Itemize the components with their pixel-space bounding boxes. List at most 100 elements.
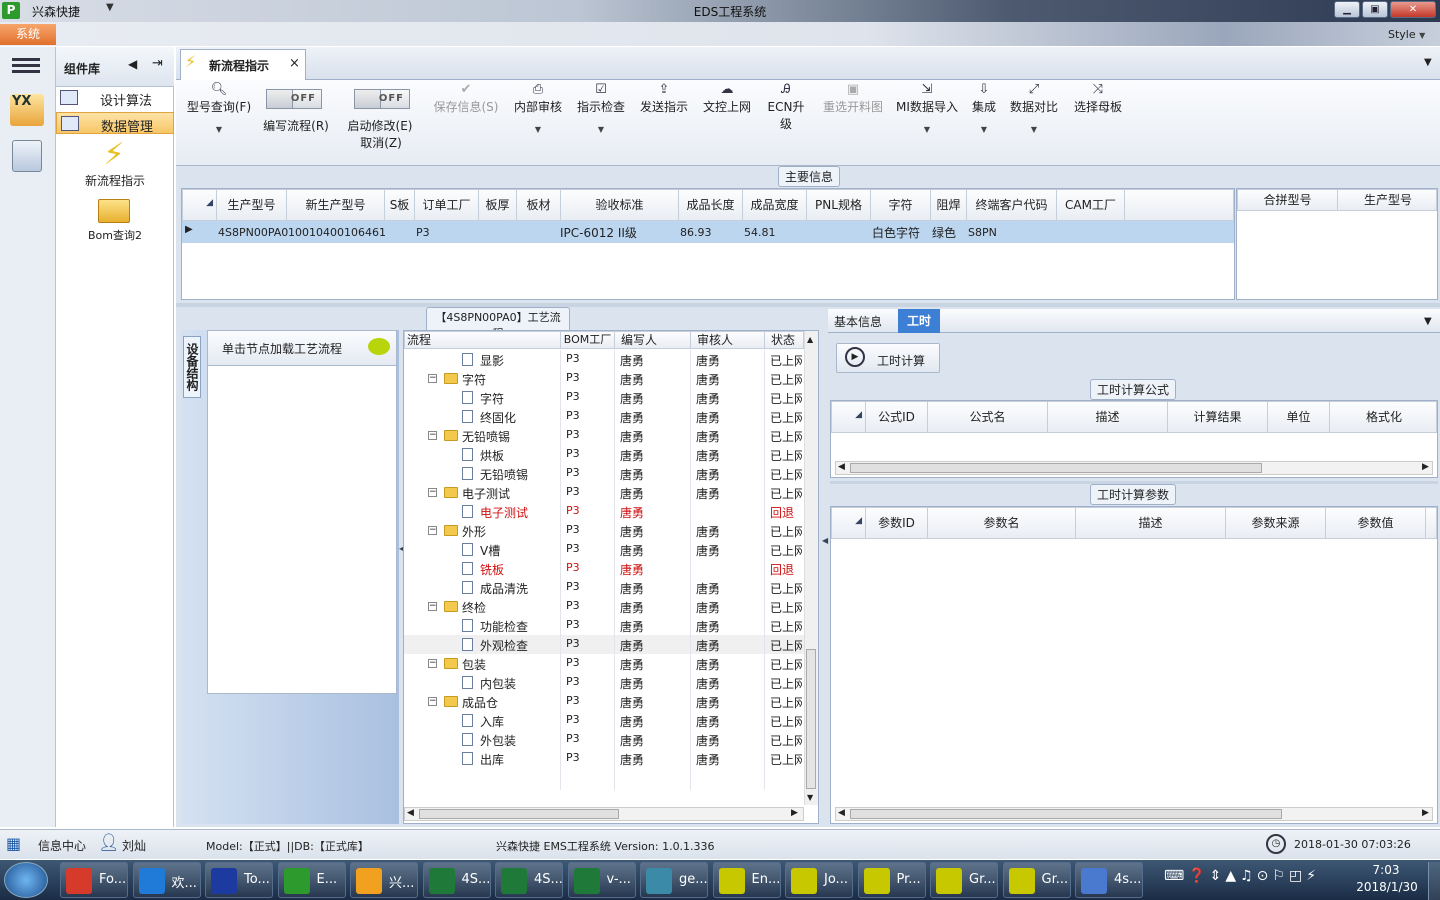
tree-row[interactable]: 内包装 P3 唐勇 唐勇 已上网	[404, 673, 804, 692]
tree-row[interactable]: 外包装 P3 唐勇 唐勇 已上网	[404, 730, 804, 749]
folder-open-icon[interactable]	[98, 199, 130, 223]
column-header[interactable]: CAM工厂	[1057, 190, 1125, 220]
start-button[interactable]	[4, 862, 48, 898]
internal-review-button[interactable]: ⎙ 内部审核 ▼	[512, 82, 564, 134]
taskbar-item[interactable]: To...	[205, 862, 273, 898]
instruction-check-button[interactable]: ☑ 指示检查 ▼	[575, 82, 627, 134]
collapse-node-icon[interactable]: −	[428, 488, 437, 497]
pin-icon[interactable]: ⇥	[152, 56, 163, 71]
column-header[interactable]: S板	[385, 190, 415, 220]
tree-row[interactable]: − 终检 P3 唐勇 唐勇 已上网	[404, 597, 804, 616]
taskbar-item[interactable]: 欢...	[132, 862, 201, 898]
tree-row[interactable]: V槽 P3 唐勇 唐勇 已上网	[404, 540, 804, 559]
taskbar-item[interactable]: Jo...	[785, 862, 853, 898]
style-menu[interactable]: Style ▼	[1388, 28, 1425, 41]
shortcut-bom-query[interactable]: Bom查询2	[56, 227, 174, 243]
show-desktop-button[interactable]	[1428, 862, 1440, 900]
tree-row[interactable]: 外观检查 P3 唐勇 唐勇 已上网	[404, 635, 804, 654]
column-header[interactable]: 公式ID	[866, 402, 928, 432]
tree-row[interactable]: − 电子测试 P3 唐勇 唐勇 已上网	[404, 483, 804, 502]
column-header[interactable]: 参数值	[1326, 508, 1426, 538]
column-header[interactable]: 成品长度	[679, 190, 743, 220]
column-header[interactable]: 生产型号	[217, 190, 287, 220]
column-header[interactable]: 板厚	[479, 190, 517, 220]
work-hours-calc-button[interactable]: ▶ 工时计算	[836, 343, 940, 373]
tab-list-dropdown-icon[interactable]: ▼	[1424, 316, 1432, 327]
scroll-left-icon[interactable]: ◀	[838, 462, 845, 472]
tree-row[interactable]: − 字符 P3 唐勇 唐勇 已上网	[404, 369, 804, 388]
send-instruction-button[interactable]: ⇪ 发送指示	[637, 82, 691, 115]
select-motherboard-button[interactable]: ⤨ 选择母板	[1070, 82, 1126, 115]
reselect-cutting-button[interactable]: ▣ 重选开料图	[820, 82, 886, 115]
column-header[interactable]: 板材	[517, 190, 561, 220]
column-header[interactable]: 单位	[1268, 402, 1330, 432]
column-header[interactable]: 阻焊	[931, 190, 967, 220]
start-modify-toggle[interactable]: OFF	[354, 89, 410, 109]
taskbar-item[interactable]: Gr...	[1002, 862, 1071, 898]
scroll-right-icon[interactable]: ▶	[1422, 808, 1429, 818]
column-header[interactable]: 生产型号	[1338, 190, 1438, 210]
scroll-down-icon[interactable]: ▼	[807, 793, 813, 802]
scroll-thumb[interactable]	[419, 809, 619, 819]
doc-control-online-button[interactable]: ☁ 文控上网	[700, 82, 754, 115]
data-compare-button[interactable]: ⤢ 数据对比 ▼	[1008, 82, 1060, 134]
collapse-node-icon[interactable]: −	[428, 526, 437, 535]
scroll-up-icon[interactable]: ▲	[807, 335, 813, 344]
vertical-scrollbar[interactable]: ▲ ▼	[804, 331, 818, 805]
collapse-node-icon[interactable]: −	[428, 374, 437, 383]
scroll-thumb[interactable]	[806, 649, 816, 789]
tree-row[interactable]: 铣板 P3 唐勇 回退	[404, 559, 804, 578]
column-header[interactable]: 验收标准	[561, 190, 679, 220]
column-header[interactable]: 参数名	[928, 508, 1076, 538]
column-header[interactable]: 成品宽度	[743, 190, 807, 220]
shortcut-new-process[interactable]: 新流程指示	[56, 172, 174, 189]
info-center-link[interactable]: 信息中心	[38, 837, 86, 854]
tree-row[interactable]: 终固化 P3 唐勇 唐勇 已上网	[404, 407, 804, 426]
scroll-thumb[interactable]	[850, 463, 1262, 473]
tray-time[interactable]: 7:03	[1356, 863, 1416, 877]
tree-row[interactable]: 出库 P3 唐勇 唐勇 已上网	[404, 749, 804, 768]
column-header[interactable]: BOM工厂	[561, 332, 615, 348]
taskbar-item[interactable]: Pr...	[857, 862, 926, 898]
taskbar-item[interactable]: 4s...	[1075, 862, 1143, 898]
column-header[interactable]: 订单工厂	[415, 190, 479, 220]
integrate-button[interactable]: ⇩ 集成 ▼	[968, 82, 1000, 134]
taskbar-item[interactable]: 兴...	[350, 862, 418, 898]
tree-row[interactable]: − 无铅喷锡 P3 唐勇 唐勇 已上网	[404, 426, 804, 445]
tray-date[interactable]: 2018/1/30	[1352, 880, 1422, 894]
collapse-node-icon[interactable]: −	[428, 602, 437, 611]
scroll-thumb[interactable]	[850, 809, 1282, 819]
column-header[interactable]: 状态	[765, 332, 805, 348]
lightning-icon[interactable]: ⚡	[96, 138, 132, 172]
tree-row[interactable]: 入库 P3 唐勇 唐勇 已上网	[404, 711, 804, 730]
collapse-node-icon[interactable]: −	[428, 431, 437, 440]
tree-row[interactable]: 无铅喷锡 P3 唐勇 唐勇 已上网	[404, 464, 804, 483]
tree-row[interactable]: 功能检查 P3 唐勇 唐勇 已上网	[404, 616, 804, 635]
quick-access-dropdown-icon[interactable]: ▼	[106, 2, 114, 13]
collapse-node-icon[interactable]: −	[428, 697, 437, 706]
tree-row[interactable]: 电子测试 P3 唐勇 回退	[404, 502, 804, 521]
tab-work-hours[interactable]: 工时	[898, 309, 940, 333]
hamburger-menu-icon[interactable]	[12, 55, 40, 77]
column-header[interactable]: 新生产型号	[287, 190, 385, 220]
cancel-label[interactable]: 取消(Z)	[344, 134, 418, 151]
save-info-button[interactable]: ✔ 保存信息(S)	[430, 82, 502, 115]
taskbar-item[interactable]: E...	[277, 862, 346, 898]
write-flow-toggle[interactable]: OFF	[266, 89, 322, 109]
system-tray-icons[interactable]: ⌨❓⇕▲♫⊙⚐◰⚡	[1164, 868, 1334, 892]
factory-icon[interactable]: YX	[10, 94, 44, 126]
scroll-left-icon[interactable]: ◀	[838, 808, 845, 818]
column-header[interactable]: 字符	[871, 190, 931, 220]
column-header[interactable]: 描述	[1076, 508, 1226, 538]
column-header[interactable]: 审核人	[691, 332, 765, 348]
table-row[interactable]: ▶ 4S8PN00PA0 10010400106461 P3 IPC-6012 …	[182, 221, 1234, 243]
close-button[interactable]: ✕	[1390, 1, 1436, 18]
taskbar-item[interactable]: v-...	[567, 862, 636, 898]
nav-item-data-management[interactable]: 数据管理	[56, 112, 174, 135]
taskbar-item[interactable]: Fo...	[60, 862, 128, 898]
taskbar-item[interactable]: Gr...	[930, 862, 998, 898]
column-header[interactable]: 描述	[1048, 402, 1168, 432]
system-menu-button[interactable]: 系统	[0, 24, 56, 45]
collapse-right-icon[interactable]: ◀	[822, 536, 828, 545]
horizontal-scrollbar[interactable]: ◀ ▶	[835, 461, 1433, 475]
